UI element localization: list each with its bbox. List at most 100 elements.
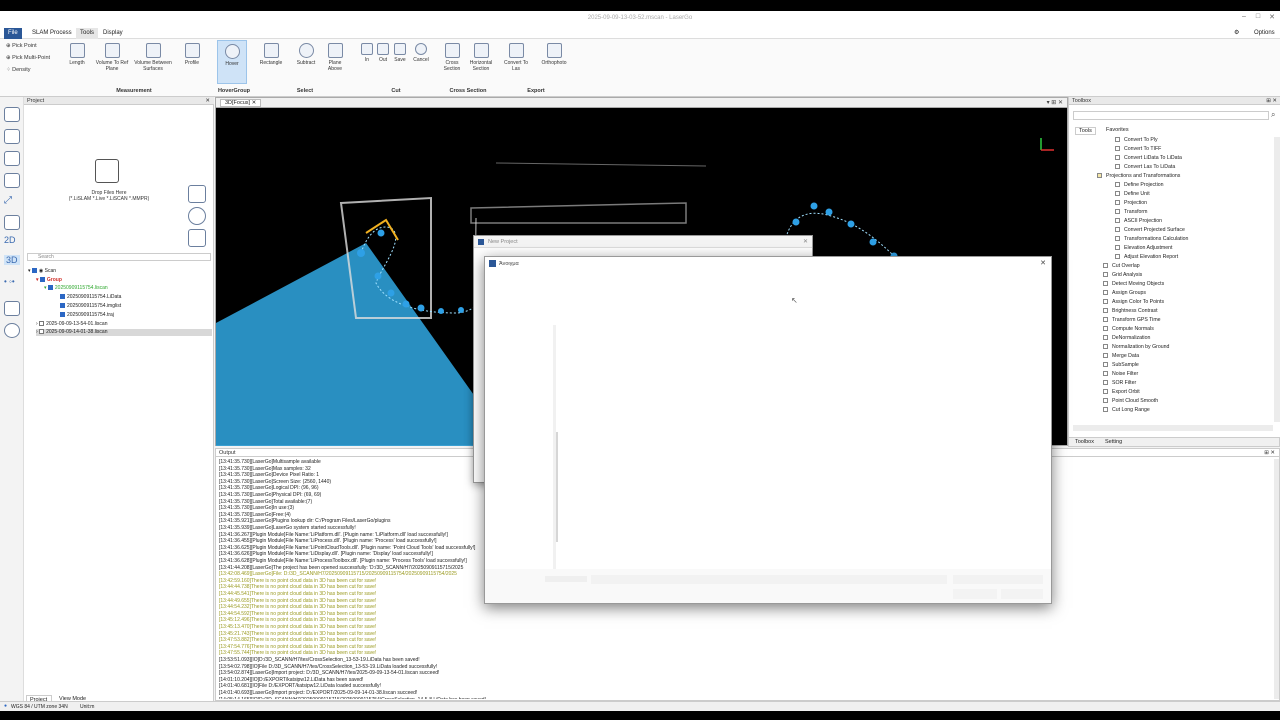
toolbox-item[interactable]: Convert To Ply xyxy=(1115,137,1158,143)
cut-out-button[interactable]: Out xyxy=(375,43,391,63)
close-button[interactable]: ✕ xyxy=(1266,13,1278,24)
subtract-button[interactable]: Subtract xyxy=(292,43,320,66)
open-button[interactable] xyxy=(953,589,997,599)
nav-pane-scrollbar[interactable] xyxy=(556,432,558,542)
gear-icon[interactable]: ⚙ xyxy=(1230,28,1243,39)
open-dialog-close-icon[interactable]: ✕ xyxy=(1040,259,1046,267)
toolbox-item[interactable]: DeNormalization xyxy=(1103,335,1150,341)
image-icon[interactable] xyxy=(4,301,20,316)
toolbox-item[interactable]: SOR Filter xyxy=(1103,380,1136,386)
menu-display[interactable]: Display xyxy=(99,28,127,39)
toolbox-item[interactable]: Cut Overlap xyxy=(1103,263,1140,269)
toolbox-scrollbar[interactable] xyxy=(1274,137,1280,422)
toolbox-search-input[interactable] xyxy=(1073,111,1269,120)
minimize-button[interactable]: – xyxy=(1238,13,1250,24)
output-controls[interactable]: ⊞ ✕ xyxy=(1264,449,1275,457)
hover-button[interactable]: Hover xyxy=(217,40,247,84)
dots-icon[interactable]: • ◦• xyxy=(4,277,20,292)
plane-above-button[interactable]: Plane Above xyxy=(322,43,348,72)
tab-favorites[interactable]: Favorites xyxy=(1103,127,1132,133)
toolbox-hscrollbar[interactable] xyxy=(1073,425,1273,431)
drop-files-icon[interactable] xyxy=(95,159,119,183)
tab-toolbox[interactable]: Toolbox xyxy=(1075,439,1094,445)
shield-icon[interactable] xyxy=(4,215,20,230)
viewport-window-controls[interactable]: ▾ ⊞ ✕ xyxy=(1047,99,1063,106)
cloud-process-icon[interactable] xyxy=(4,129,20,144)
toolbox-item[interactable]: Transform xyxy=(1115,209,1147,215)
length-button[interactable]: Length xyxy=(64,43,90,66)
toolbox-item[interactable]: Transformations Calculation xyxy=(1115,236,1188,242)
toolbox-item[interactable]: Transform GPS Time xyxy=(1103,317,1161,323)
toolbox-item[interactable]: Elevation Adjustment xyxy=(1115,245,1172,251)
toolbox-item[interactable]: Grid Analysis xyxy=(1103,272,1142,278)
toolbox-item[interactable]: Adjust Elevation Report xyxy=(1115,254,1178,260)
toolbox-item[interactable]: Define Unit xyxy=(1115,191,1150,197)
search-icon[interactable]: ⌕ xyxy=(1271,110,1275,120)
toolbox-controls[interactable]: ⊞ ✕ xyxy=(1266,97,1277,105)
cloud-link-icon[interactable] xyxy=(188,229,206,247)
toolbox-item[interactable]: Point Cloud Smooth xyxy=(1103,398,1158,404)
toolbox-item[interactable]: Compute Normals xyxy=(1103,326,1154,332)
profile-button[interactable]: Profile xyxy=(180,43,204,66)
toolbox-item[interactable]: Convert Projected Surface xyxy=(1115,227,1185,233)
toolbox-item[interactable]: Projections and Transformations xyxy=(1097,173,1180,179)
cross-section-button[interactable]: Cross Section xyxy=(440,43,464,72)
tree-item-traj[interactable]: 20250909115754.traj xyxy=(60,312,114,319)
toolbox-item[interactable]: ASCII Projection xyxy=(1115,218,1162,224)
output-scrollbar[interactable] xyxy=(1274,459,1279,699)
menu-slam-process[interactable]: SLAM Process xyxy=(28,28,76,39)
cut-save-button[interactable]: Save xyxy=(392,43,408,63)
cancel-button[interactable] xyxy=(1001,589,1043,599)
toolbox-item[interactable]: Convert Las To LiData xyxy=(1115,164,1175,170)
density-button[interactable]: ⁘ Density xyxy=(6,67,30,73)
tree-item-lidata[interactable]: 20250909115754.LiData xyxy=(60,294,121,301)
orthophoto-button[interactable]: Orthophoto xyxy=(536,43,572,66)
toolbox-item[interactable]: SubSample xyxy=(1103,362,1139,368)
pick-multi-point-button[interactable]: ⊕ Pick Multi-Point xyxy=(6,55,50,61)
volume-between-button[interactable]: Volume Between Surfaces xyxy=(131,43,175,72)
maximize-button[interactable]: □ xyxy=(1252,13,1264,24)
convert-las-button[interactable]: Convert To Las xyxy=(500,43,532,72)
toolbox-item[interactable]: Cut Long Range xyxy=(1103,407,1150,413)
rectangle-button[interactable]: Rectangle xyxy=(256,43,286,66)
unit-label[interactable]: Unit:m xyxy=(80,704,94,710)
toolbox-item[interactable]: Noise Filter xyxy=(1103,371,1138,377)
view-2d-button[interactable]: 2D xyxy=(4,235,16,245)
cut-cancel-button[interactable]: Cancel xyxy=(410,43,432,63)
toolbox-item[interactable]: Normalization by Ground xyxy=(1103,344,1169,350)
tab-tools[interactable]: Tools xyxy=(1075,127,1096,135)
tree-item-file2[interactable]: › 2025-09-09-13-54-01.liscan xyxy=(36,321,108,328)
menu-options[interactable]: Options xyxy=(1250,28,1279,39)
project-search-input[interactable]: Search xyxy=(27,253,211,261)
toolbox-item[interactable]: Brightness Contrast xyxy=(1103,308,1158,314)
toolbox-item[interactable]: Assign Groups xyxy=(1103,290,1146,296)
toolbox-item[interactable]: Merge Data xyxy=(1103,353,1139,359)
tree-item-liscan[interactable]: ▾ 20250909115754.liscan xyxy=(44,285,108,292)
menu-tools[interactable]: Tools xyxy=(76,28,99,39)
filename-input[interactable] xyxy=(591,575,947,584)
toolbox-item[interactable]: Assign Color To Points xyxy=(1103,299,1164,305)
globe-icon[interactable] xyxy=(188,207,206,225)
toolbox-item[interactable]: Export Orbit xyxy=(1103,389,1140,395)
tab-setting[interactable]: Setting xyxy=(1105,439,1122,445)
pick-point-button[interactable]: ⊕ Pick Point xyxy=(6,43,37,49)
tree-item-group[interactable]: ▾ Group xyxy=(36,277,62,284)
close-icon[interactable]: ✕ xyxy=(205,97,210,105)
toolbox-item[interactable]: Convert LiData To LiData xyxy=(1115,155,1182,161)
view-3d-button[interactable]: 3D xyxy=(4,255,20,265)
crop-icon[interactable] xyxy=(4,173,20,188)
menu-file[interactable]: File xyxy=(4,28,22,39)
cut-in-button[interactable]: In xyxy=(360,43,374,63)
toolbox-item[interactable]: Projection xyxy=(1115,200,1147,206)
horizontal-section-button[interactable]: Horizontal Section xyxy=(466,43,496,72)
toolbox-item[interactable]: Define Projection xyxy=(1115,182,1164,188)
volume-ref-plane-button[interactable]: Volume To Ref Plane xyxy=(95,43,129,72)
tree-item-imglist[interactable]: 20250909115754.imglist xyxy=(60,303,121,310)
new-project-close-icon[interactable]: ✕ xyxy=(803,238,808,245)
cloud-scan-icon[interactable] xyxy=(4,107,20,122)
timer-icon[interactable] xyxy=(4,323,20,338)
crs-label[interactable]: WGS 84 / UTM zone 34N xyxy=(11,704,68,710)
tab-3d-focus[interactable]: 3D[Focus] ✕ xyxy=(220,99,262,107)
cloud-layers-icon[interactable] xyxy=(4,151,20,166)
toolbox-item[interactable]: Detect Moving Objects xyxy=(1103,281,1164,287)
